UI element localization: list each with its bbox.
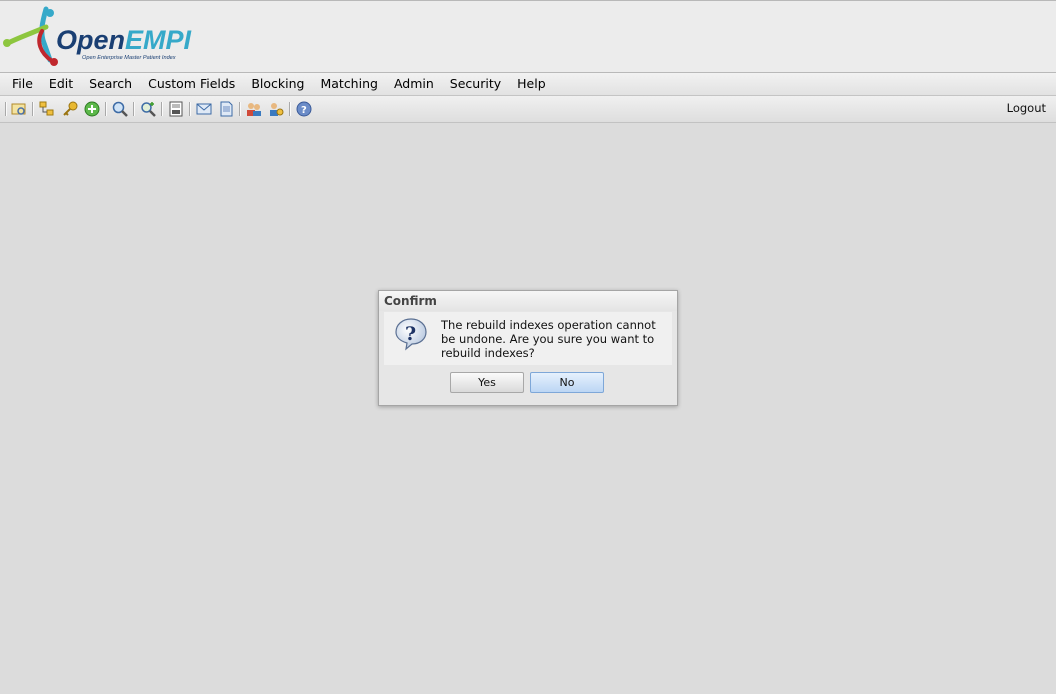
key-icon[interactable] — [62, 101, 78, 117]
no-button[interactable]: No — [530, 372, 604, 393]
add-icon[interactable] — [84, 101, 100, 117]
openempi-logo: OpenEMPI Open Enterprise Master Patient … — [2, 5, 202, 67]
toolbar-separator — [105, 102, 107, 116]
menu-admin[interactable]: Admin — [386, 73, 442, 95]
yes-button[interactable]: Yes — [450, 372, 524, 393]
menu-file[interactable]: File — [4, 73, 41, 95]
menu-custom-fields[interactable]: Custom Fields — [140, 73, 243, 95]
toolbar-separator — [32, 102, 34, 116]
dialog-title[interactable]: Confirm — [379, 291, 677, 311]
logo-title-open: Open — [56, 25, 125, 55]
svg-text:?: ? — [301, 105, 307, 116]
menu-blocking[interactable]: Blocking — [243, 73, 312, 95]
logout-link[interactable]: Logout — [1007, 101, 1046, 115]
browse-icon[interactable] — [11, 101, 27, 117]
toolbar-separator — [239, 102, 241, 116]
toolbar-separator — [289, 102, 291, 116]
users-icon[interactable] — [246, 101, 262, 117]
toolbar-separator — [133, 102, 135, 116]
app-header: OpenEMPI Open Enterprise Master Patient … — [0, 0, 1056, 72]
svg-text:?: ? — [405, 323, 416, 345]
menu-bar: File Edit Search Custom Fields Blocking … — [0, 72, 1056, 96]
help-icon[interactable]: ? — [296, 101, 312, 117]
confirm-dialog: Confirm ? The rebuild indexes operation … — [378, 290, 678, 406]
advanced-search-icon[interactable] — [140, 101, 156, 117]
menu-search[interactable]: Search — [81, 73, 140, 95]
dialog-message: The rebuild indexes operation cannot be … — [441, 318, 656, 360]
logo-subtitle: Open Enterprise Master Patient Index — [82, 55, 176, 61]
menu-security[interactable]: Security — [442, 73, 509, 95]
menu-edit[interactable]: Edit — [41, 73, 81, 95]
blocking-tree-icon[interactable] — [39, 101, 55, 117]
question-icon: ? — [394, 317, 428, 351]
document-icon[interactable] — [218, 101, 234, 117]
report-icon[interactable] — [168, 101, 184, 117]
toolbar-separator — [189, 102, 191, 116]
logo-title-empi: EMPI — [125, 25, 192, 55]
toolbar-separator — [5, 102, 7, 116]
svg-text:OpenEMPI: OpenEMPI — [56, 25, 192, 55]
menu-matching[interactable]: Matching — [312, 73, 385, 95]
dialog-body: ? The rebuild indexes operation cannot b… — [384, 312, 672, 365]
menu-help[interactable]: Help — [509, 73, 554, 95]
toolbar: ? Logout — [0, 96, 1056, 123]
search-icon[interactable] — [112, 101, 128, 117]
mail-icon[interactable] — [196, 101, 212, 117]
toolbar-separator — [161, 102, 163, 116]
user-config-icon[interactable] — [268, 101, 284, 117]
